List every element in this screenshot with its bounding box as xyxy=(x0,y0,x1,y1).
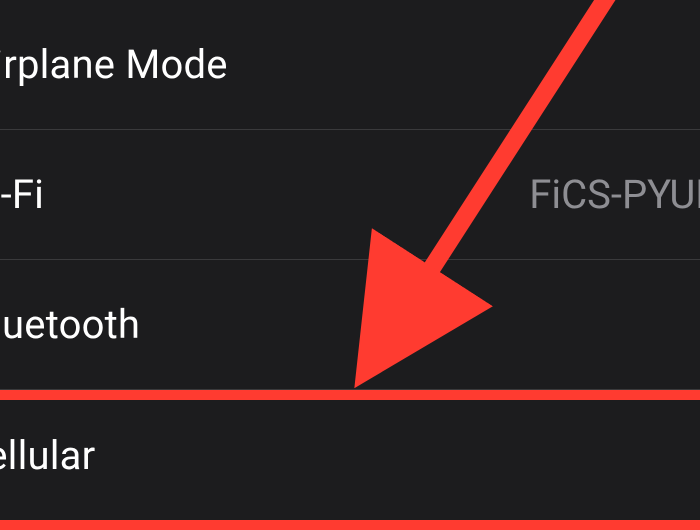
row-label-airplane-mode: Airplane Mode xyxy=(0,41,228,88)
settings-row-cellular[interactable]: Cellular xyxy=(0,390,700,520)
row-label-wifi: Wi-Fi xyxy=(0,171,44,218)
row-label-bluetooth: Bluetooth xyxy=(0,301,140,348)
row-label-cellular: Cellular xyxy=(0,432,95,479)
settings-list: Airplane Mode Wi-Fi FiCS-PYUE Bluetooth … xyxy=(0,0,700,520)
settings-row-wifi[interactable]: Wi-Fi FiCS-PYUE xyxy=(0,130,700,260)
settings-row-airplane-mode[interactable]: Airplane Mode xyxy=(0,0,700,130)
annotation-highlight-bar-bottom xyxy=(0,520,700,530)
settings-row-bluetooth[interactable]: Bluetooth xyxy=(0,260,700,390)
annotation-highlight-bar-top xyxy=(0,390,700,400)
row-value-wifi: FiCS-PYUE xyxy=(529,171,700,218)
